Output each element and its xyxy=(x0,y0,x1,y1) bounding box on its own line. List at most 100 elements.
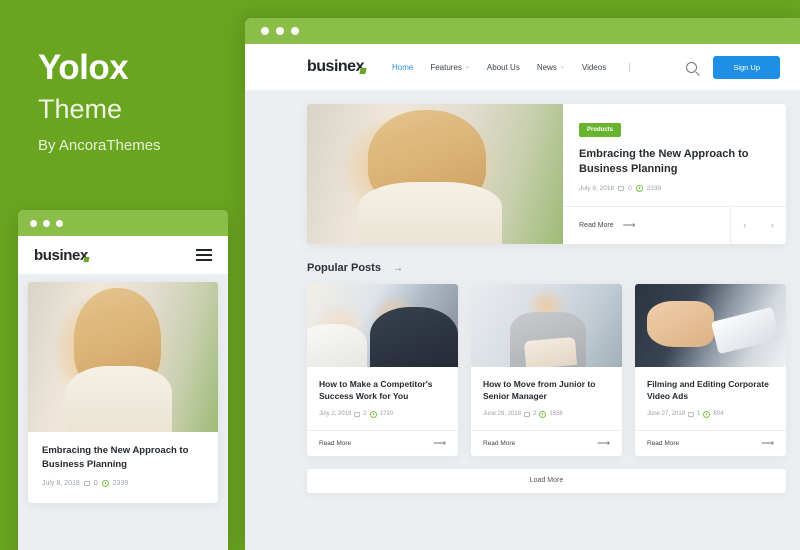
mobile-post-title: Embracing the New Approach to Business P… xyxy=(42,445,189,471)
arrow-right-icon: ⟶ xyxy=(622,220,636,230)
post-card-body: How to Move from Junior to Senior Manage… xyxy=(471,367,622,430)
arrow-right-icon: ⟶ xyxy=(597,437,610,448)
mobile-header: businex xyxy=(18,236,228,274)
read-more-label: Read More xyxy=(647,439,680,447)
post-card-image xyxy=(307,284,458,367)
views-icon xyxy=(369,410,377,418)
comment-icon xyxy=(83,480,90,487)
nav-item-videos-label: Videos xyxy=(581,62,607,72)
arrow-right-icon[interactable]: → xyxy=(393,263,403,274)
chevron-down-icon: ⌄ xyxy=(559,64,565,70)
post-card-image xyxy=(471,284,622,367)
post-card[interactable]: Filming and Editing Corporate Video Ads … xyxy=(635,284,786,456)
chevron-down-icon: ⌄ xyxy=(464,64,470,70)
popular-posts-header: Popular Posts → xyxy=(307,262,800,274)
load-more-button[interactable]: Load More xyxy=(307,468,786,493)
post-card-title: How to Make a Competitor's Success Work … xyxy=(319,379,433,402)
carousel-prev-icon[interactable]: ‹ xyxy=(743,221,746,230)
mobile-post-body: Embracing the New Approach to Business P… xyxy=(28,432,218,503)
views-icon xyxy=(101,479,109,487)
comment-icon xyxy=(354,411,361,418)
nav-item-features-label: Features xyxy=(430,62,462,72)
post-card-views: 804 xyxy=(713,411,724,418)
post-card[interactable]: How to Move from Junior to Senior Manage… xyxy=(471,284,622,456)
post-card-comments: 2 xyxy=(533,411,537,418)
mobile-post-views: 2339 xyxy=(112,479,129,487)
post-card-date: July 2, 2018 xyxy=(319,411,352,418)
featured-post-footer: Read More ⟶ ‹ › xyxy=(563,206,786,244)
nav-item-home[interactable]: Home xyxy=(392,63,413,72)
navbar-actions: Sign Up xyxy=(686,55,780,79)
featured-post-comments: 0 xyxy=(628,184,632,192)
sign-up-button[interactable]: Sign Up xyxy=(713,55,780,79)
featured-post-card[interactable]: Products Embracing the New Approach to B… xyxy=(307,104,786,244)
mobile-logo[interactable]: businex xyxy=(34,247,88,264)
featured-post-text: Products Embracing the New Approach to B… xyxy=(563,104,786,206)
nav-item-about-us[interactable]: About Us xyxy=(487,63,520,72)
mobile-titlebar xyxy=(18,210,228,236)
comment-icon xyxy=(688,411,695,418)
read-more-button[interactable]: Read More ⟶ xyxy=(563,207,730,244)
nav-item-news-label: News xyxy=(536,62,557,72)
post-card-comments: 2 xyxy=(363,411,367,418)
post-card-title: Filming and Editing Corporate Video Ads xyxy=(647,379,769,402)
carousel-pager: ‹ › xyxy=(730,207,786,244)
screenshot-stage: Yolox Theme By AncoraThemes businex Embr xyxy=(0,0,800,550)
browser-titlebar xyxy=(245,18,800,44)
promo-subtitle: Theme xyxy=(38,94,123,124)
window-dot-yellow-icon xyxy=(43,219,50,227)
mobile-post-date: July 8, 2018 xyxy=(42,479,80,487)
featured-post-content: Products Embracing the New Approach to B… xyxy=(563,104,786,244)
post-card-meta: June 29, 2018 2 1656 xyxy=(483,410,610,418)
carousel-next-icon[interactable]: › xyxy=(771,221,774,230)
post-card-title: How to Move from Junior to Senior Manage… xyxy=(483,379,596,402)
post-card-date: June 27, 2018 xyxy=(647,411,686,418)
promo-author: By AncoraThemes xyxy=(38,137,161,154)
nav-item-home-label: Home xyxy=(391,62,414,72)
site-logo[interactable]: businex xyxy=(307,58,364,76)
window-dot-red-icon xyxy=(261,27,269,35)
featured-post-image xyxy=(307,104,563,244)
window-dot-yellow-icon xyxy=(276,27,284,35)
read-more-button[interactable]: Read More ⟶ xyxy=(635,429,786,456)
views-icon xyxy=(635,184,643,192)
read-more-label: Read More xyxy=(319,439,352,447)
hamburger-menu-icon[interactable] xyxy=(196,249,212,261)
nav-item-about-us-label: About Us xyxy=(486,62,520,72)
post-card-comments: 1 xyxy=(697,411,701,418)
search-icon[interactable] xyxy=(686,61,698,73)
arrow-right-icon: ⟶ xyxy=(433,437,446,448)
category-badge[interactable]: Products xyxy=(579,123,622,137)
comment-icon xyxy=(618,185,625,192)
post-card-body: Filming and Editing Corporate Video Ads … xyxy=(635,367,786,430)
post-card-views: 1730 xyxy=(379,411,394,418)
comment-icon xyxy=(524,411,531,418)
post-card-body: How to Make a Competitor's Success Work … xyxy=(307,367,458,430)
browser-viewport: businex Home Features ⌄ About Us News ⌄ xyxy=(245,44,800,550)
read-more-button[interactable]: Read More ⟶ xyxy=(471,429,622,456)
nav-item-videos[interactable]: Videos xyxy=(582,63,606,72)
post-card-image xyxy=(635,284,786,367)
read-more-button[interactable]: Read More ⟶ xyxy=(307,429,458,456)
arrow-right-icon: ⟶ xyxy=(761,437,774,448)
featured-post-meta: July 8, 2018 0 2339 xyxy=(579,184,770,192)
featured-post-title: Embracing the New Approach to Business P… xyxy=(579,148,749,175)
nav-divider xyxy=(629,62,631,72)
mobile-viewport: businex Embracing the New Approach to Bu… xyxy=(18,236,228,550)
post-card-views: 1656 xyxy=(549,411,563,418)
window-dot-red-icon xyxy=(30,219,37,227)
nav-item-features[interactable]: Features ⌄ xyxy=(430,63,470,72)
featured-post-date: July 8, 2018 xyxy=(579,184,615,192)
post-card[interactable]: How to Make a Competitor's Success Work … xyxy=(307,284,458,456)
views-icon xyxy=(703,410,711,418)
browser-window: businex Home Features ⌄ About Us News ⌄ xyxy=(245,18,800,550)
window-dot-green-icon xyxy=(291,27,299,35)
page-title: Yolox xyxy=(38,48,129,87)
popular-posts-title: Popular Posts xyxy=(307,262,381,274)
mobile-post-card[interactable]: Embracing the New Approach to Business P… xyxy=(28,282,218,503)
post-card-meta: June 27, 2018 1 804 xyxy=(647,410,774,418)
mobile-mockup: businex Embracing the New Approach to Bu… xyxy=(18,210,228,550)
nav-item-news[interactable]: News ⌄ xyxy=(537,63,565,72)
views-icon xyxy=(539,410,547,418)
mobile-post-image xyxy=(28,282,218,432)
